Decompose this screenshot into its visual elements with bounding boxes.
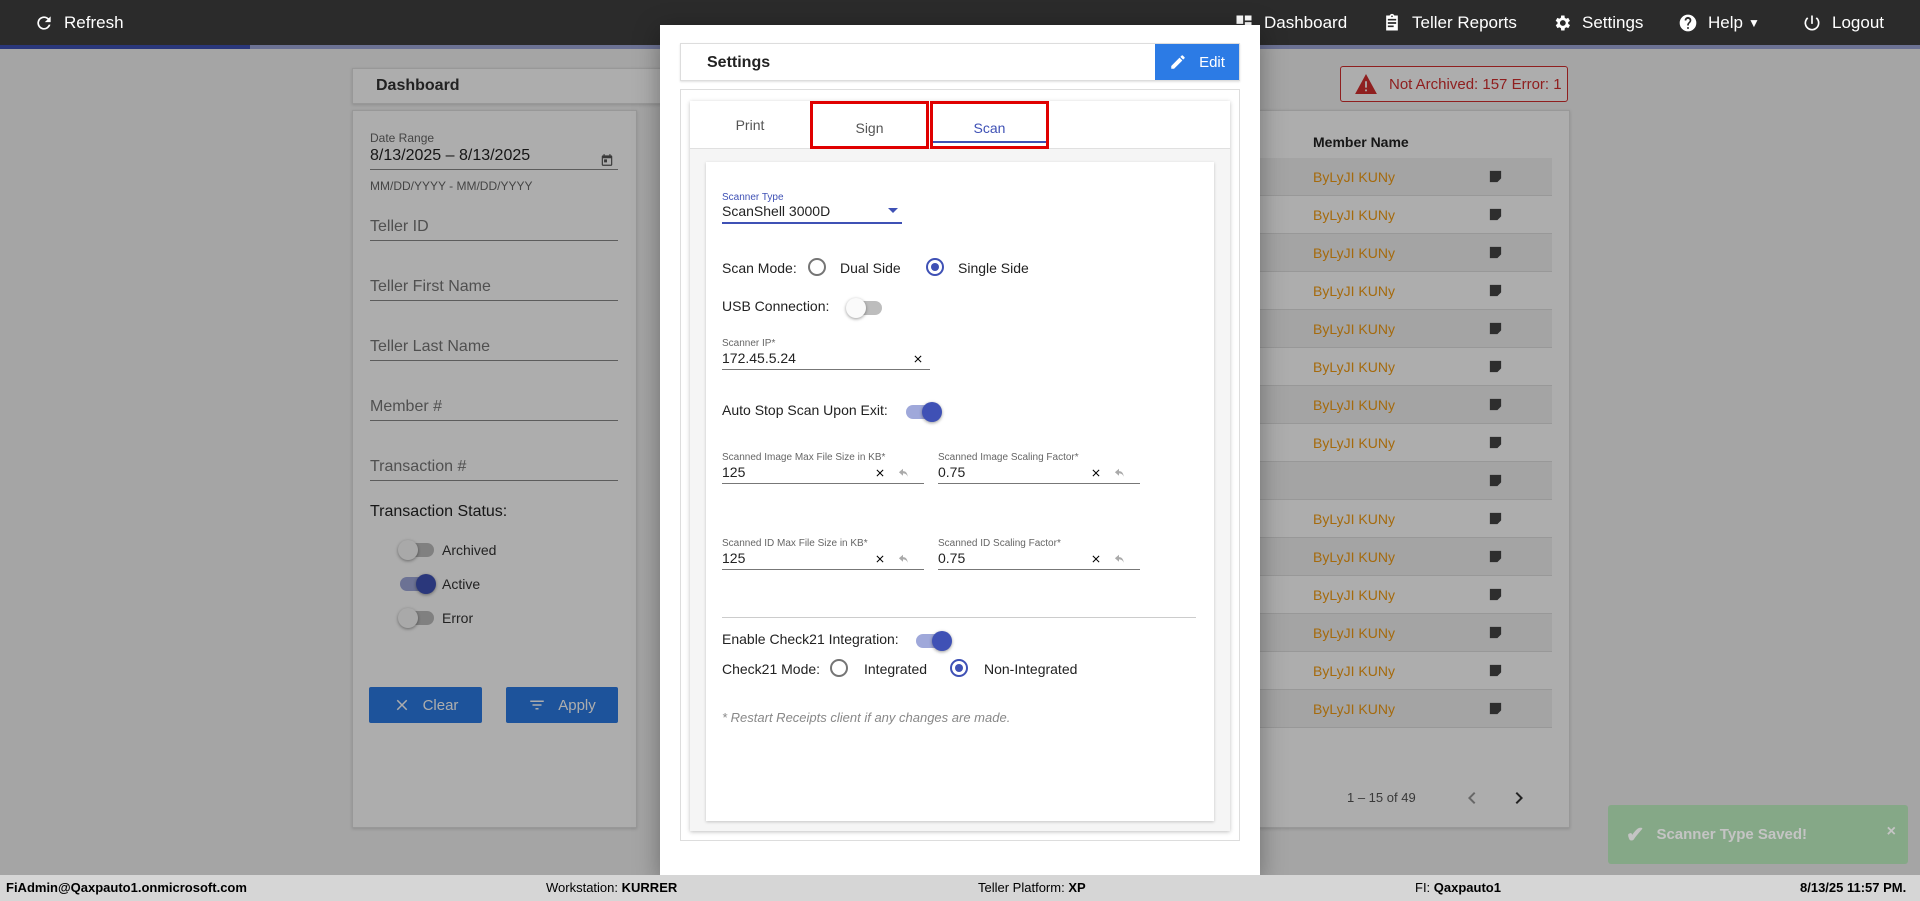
dialog-title: Settings — [707, 54, 771, 71]
check21-mode-label: Check21 Mode: — [722, 661, 821, 677]
image-scale-underline — [938, 483, 1140, 484]
status-fi: FI: Qaxpauto1 — [1415, 880, 1501, 895]
help-icon — [1679, 14, 1697, 31]
tab-scan-label: Scan — [973, 120, 1006, 136]
dropdown-arrow-icon[interactable] — [888, 208, 898, 213]
active-tab-indicator — [933, 141, 1046, 143]
nav-logout-label: Logout — [1832, 12, 1884, 32]
id-max-size-underline — [722, 569, 924, 570]
restart-note: * Restart Receipts client if any changes… — [722, 710, 1011, 725]
check21-non-integrated-label: Non-Integrated — [984, 661, 1078, 677]
clear-icon[interactable] — [874, 467, 886, 479]
workstation-label: Workstation: — [546, 880, 619, 895]
tab-sign-label: Sign — [855, 120, 884, 136]
auto-stop-label: Auto Stop Scan Upon Exit: — [722, 402, 888, 418]
nav-settings[interactable]: Settings — [1552, 0, 1643, 45]
status-bar: FiAdmin@Qaxpauto1.onmicrosoft.com Workst… — [0, 875, 1920, 901]
check-icon: ✔ — [1626, 821, 1645, 847]
refresh-icon — [37, 15, 51, 30]
nav-dashboard-label: Dashboard — [1264, 12, 1348, 32]
status-platform: Teller Platform: XP — [978, 880, 1086, 895]
scanner-type-underline — [722, 222, 902, 224]
edit-button[interactable]: Edit — [1155, 44, 1239, 80]
toast-text: Scanner Type Saved! — [1656, 826, 1808, 843]
id-scale-label: Scanned ID Scaling Factor* — [938, 538, 1061, 549]
refresh-label: Refresh — [64, 12, 124, 32]
toast-close-icon[interactable]: × — [1887, 823, 1896, 841]
scanner-type-label: Scanner Type — [722, 192, 784, 203]
check21-non-integrated-radio[interactable] — [950, 659, 968, 677]
clear-icon[interactable] — [912, 353, 924, 365]
pencil-icon — [1171, 55, 1185, 69]
nav-help[interactable]: Help ▼ — [1678, 0, 1760, 45]
status-datetime: 8/13/25 11:57 PM. — [1800, 880, 1907, 895]
gear-icon — [1555, 15, 1570, 30]
clear-icon[interactable] — [874, 553, 886, 565]
tab-print-label: Print — [735, 117, 765, 133]
image-max-size-label: Scanned Image Max File Size in KB* — [722, 452, 886, 463]
refresh-button[interactable]: Refresh — [34, 0, 124, 45]
clear-icon[interactable] — [1090, 553, 1102, 565]
tab-print[interactable]: Print — [690, 101, 810, 149]
check21-enable-label: Enable Check21 Integration: — [722, 631, 899, 647]
check21-integrated-label: Integrated — [864, 661, 928, 677]
nav-teller-reports[interactable]: Teller Reports — [1382, 0, 1517, 45]
power-icon — [1804, 15, 1820, 31]
nav-teller-reports-label: Teller Reports — [1412, 12, 1517, 32]
fi-value: Qaxpauto1 — [1433, 880, 1501, 895]
platform-value: XP — [1068, 880, 1086, 895]
status-user: FiAdmin@Qaxpauto1.onmicrosoft.com — [6, 880, 247, 895]
nav-settings-label: Settings — [1582, 12, 1644, 32]
settings-dialog: Settings Edit Print Sign Scan Scanner Ty… — [660, 25, 1260, 877]
chevron-down-icon: ▼ — [1747, 15, 1760, 30]
fi-label: FI: — [1415, 880, 1431, 895]
scan-mode-dual-radio[interactable] — [808, 258, 826, 276]
image-scale-input[interactable]: 0.75 — [938, 464, 965, 480]
toast-notification: ✔ Scanner Type Saved! × — [1608, 805, 1908, 864]
platform-label: Teller Platform: — [978, 880, 1065, 895]
clipboard-icon — [1386, 13, 1398, 31]
scan-settings-form: Scanner Type ScanShell 3000D Scan Mode: … — [706, 162, 1214, 821]
scan-mode-dual-label: Dual Side — [840, 260, 901, 276]
workstation-value: KURRER — [621, 880, 678, 895]
undo-icon[interactable] — [1112, 468, 1126, 480]
undo-icon[interactable] — [1112, 554, 1126, 566]
scan-mode-single-radio[interactable] — [926, 258, 944, 276]
nav-logout[interactable]: Logout — [1802, 0, 1884, 45]
check21-integrated-radio[interactable] — [830, 659, 848, 677]
tab-bar: Print Sign Scan — [690, 101, 1230, 149]
section-divider — [722, 617, 1196, 618]
image-max-size-input[interactable]: 125 — [722, 464, 745, 480]
settings-panel: Print Sign Scan Scanner Type ScanShell 3… — [690, 101, 1230, 831]
tab-sign[interactable]: Sign — [810, 101, 929, 149]
tab-scan[interactable]: Scan — [930, 101, 1049, 149]
clear-icon[interactable] — [1090, 467, 1102, 479]
check21-enable-toggle[interactable] — [916, 631, 952, 651]
nav-help-label: Help — [1708, 12, 1743, 32]
dialog-header: Settings Edit — [680, 43, 1240, 81]
usb-connection-label: USB Connection: — [722, 298, 830, 314]
undo-icon[interactable] — [896, 554, 910, 566]
usb-connection-toggle[interactable] — [846, 298, 882, 318]
scan-mode-single-label: Single Side — [958, 260, 1029, 276]
edit-label: Edit — [1199, 53, 1225, 71]
id-max-size-input[interactable]: 125 — [722, 550, 745, 566]
scanner-ip-input[interactable]: 172.45.5.24 — [722, 350, 796, 366]
scan-mode-label: Scan Mode: — [722, 260, 797, 276]
id-scale-underline — [938, 569, 1140, 570]
scanner-ip-underline — [722, 369, 930, 370]
auto-stop-toggle[interactable] — [906, 402, 942, 422]
status-workstation: Workstation: KURRER — [546, 880, 677, 895]
scanner-ip-label: Scanner IP* — [722, 338, 776, 349]
scanner-type-select[interactable]: ScanShell 3000D — [722, 203, 830, 219]
id-max-size-label: Scanned ID Max File Size in KB* — [722, 538, 868, 549]
image-max-size-underline — [722, 483, 924, 484]
image-scale-label: Scanned Image Scaling Factor* — [938, 452, 1079, 463]
id-scale-input[interactable]: 0.75 — [938, 550, 965, 566]
undo-icon[interactable] — [896, 468, 910, 480]
